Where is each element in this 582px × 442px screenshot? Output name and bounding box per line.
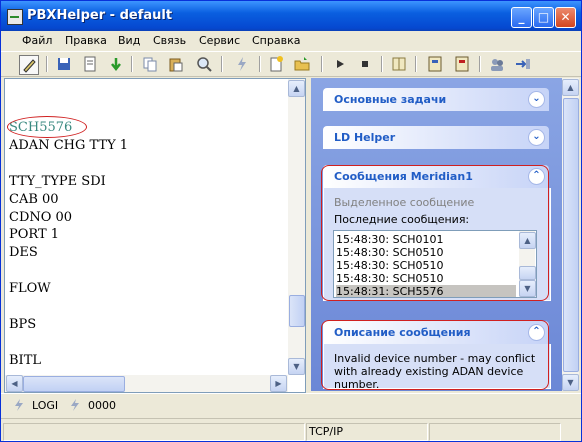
- editor-horizontal-scrollbar[interactable]: ◀ ▶: [5, 375, 288, 392]
- scrollbar-thumb[interactable]: [23, 376, 125, 392]
- toolbar: [1, 51, 581, 77]
- toolbar-separator: [415, 56, 417, 72]
- editor-line: DES: [9, 245, 38, 261]
- paste-icon[interactable]: [167, 55, 185, 73]
- basic-tasks-title: Основные задачи: [334, 93, 447, 106]
- ld-helper-title: LD Helper: [334, 131, 396, 144]
- new-document-icon[interactable]: [267, 55, 285, 73]
- editor-line: CAB 00: [9, 191, 59, 207]
- toolbar-separator: [259, 56, 261, 72]
- menu-connection[interactable]: Связь: [153, 34, 186, 47]
- expand-chevron-icon[interactable]: ⌄: [528, 129, 545, 146]
- maximize-button[interactable]: □: [533, 7, 554, 28]
- scroll-right-arrow-icon[interactable]: ▶: [270, 375, 287, 392]
- book-icon[interactable]: [390, 55, 408, 73]
- properties-icon[interactable]: [81, 55, 99, 73]
- close-button[interactable]: ✕: [555, 7, 576, 28]
- editor[interactable]: SCH5576 ADAN CHG TTY 1 TTY_TYPE SDI CAB …: [4, 78, 306, 393]
- editor-line: BPS: [9, 316, 37, 332]
- export-icon[interactable]: [514, 55, 532, 73]
- editor-line: PORT 1: [9, 227, 60, 243]
- scroll-left-arrow-icon[interactable]: ◀: [6, 375, 23, 392]
- menu-service[interactable]: Сервис: [199, 34, 240, 47]
- scrollbar-thumb[interactable]: [289, 295, 305, 327]
- editor-line: FLOW: [9, 281, 51, 297]
- scrollbar-thumb[interactable]: [563, 98, 579, 372]
- annotation-highlight: [321, 320, 549, 390]
- lightning-icon: [13, 398, 25, 415]
- title-bar[interactable]: PBXHelper - default _ □ ✕: [1, 1, 581, 31]
- editor-line: CDNO 00: [9, 209, 73, 225]
- toolbar-separator: [131, 56, 133, 72]
- toolbar-separator: [46, 56, 48, 72]
- manual-alt-icon[interactable]: [453, 55, 471, 73]
- scroll-up-arrow-icon[interactable]: ▲: [562, 79, 579, 96]
- menu-file[interactable]: Файл: [22, 34, 52, 47]
- pen-icon[interactable]: [19, 55, 39, 75]
- editor-line: TTY_TYPE SDI: [9, 173, 106, 189]
- panel-scrollbar[interactable]: ▲ ▼: [562, 78, 579, 391]
- main-window: PBXHelper - default _ □ ✕ Файл Правка Ви…: [0, 0, 582, 442]
- scroll-down-arrow-icon[interactable]: ▼: [562, 374, 579, 391]
- expand-chevron-icon[interactable]: ⌄: [528, 91, 545, 108]
- annotation-oval: [7, 116, 87, 138]
- editor-text[interactable]: SCH5576 ADAN CHG TTY 1 TTY_TYPE SDI CAB …: [9, 119, 128, 370]
- toolbar-separator: [221, 56, 223, 72]
- play-icon[interactable]: [331, 55, 349, 73]
- copy-icon[interactable]: [141, 55, 159, 73]
- editor-line: ADAN CHG TTY 1: [9, 137, 129, 153]
- toolbar-separator: [479, 56, 481, 72]
- users-icon[interactable]: [488, 55, 506, 73]
- editor-line: BITL: [9, 352, 41, 368]
- manual-icon[interactable]: [426, 55, 444, 73]
- app-icon: [7, 9, 23, 25]
- toolbar-separator: [381, 56, 383, 72]
- status-pane: TCP/IP: [306, 423, 428, 441]
- menu-bar: Файл Правка Вид Связь Сервис Справка: [1, 31, 581, 51]
- lightning-icon[interactable]: [233, 55, 251, 73]
- find-icon[interactable]: [195, 55, 213, 73]
- toolbar-status: LOGI 0000: [1, 393, 581, 418]
- minimize-button[interactable]: _: [511, 7, 532, 28]
- protocol-label: TCP/IP: [309, 425, 343, 438]
- scroll-up-arrow-icon[interactable]: ▲: [288, 80, 305, 97]
- save-icon[interactable]: [55, 55, 73, 73]
- toolbar-separator: [321, 56, 323, 72]
- open-folder-icon[interactable]: [293, 55, 311, 73]
- stop-icon[interactable]: [356, 55, 374, 73]
- menu-view[interactable]: Вид: [118, 34, 140, 47]
- menu-edit[interactable]: Правка: [65, 34, 107, 47]
- count-label: 0000: [88, 399, 116, 412]
- status-pane: [429, 423, 561, 441]
- ld-helper-header[interactable]: LD Helper ⌄: [323, 126, 549, 149]
- lightning-icon: [69, 398, 81, 415]
- status-bar: TCP/IP: [1, 418, 581, 441]
- status-pane: [3, 423, 305, 441]
- window-title: PBXHelper - default: [27, 8, 173, 23]
- annotation-highlight: [321, 165, 549, 301]
- download-icon[interactable]: [107, 55, 125, 73]
- menu-help[interactable]: Справка: [252, 34, 300, 47]
- editor-vertical-scrollbar[interactable]: ▲ ▼: [288, 79, 305, 375]
- scroll-down-arrow-icon[interactable]: ▼: [288, 358, 305, 375]
- basic-tasks-header[interactable]: Основные задачи ⌄: [323, 88, 549, 111]
- logi-label: LOGI: [32, 399, 59, 412]
